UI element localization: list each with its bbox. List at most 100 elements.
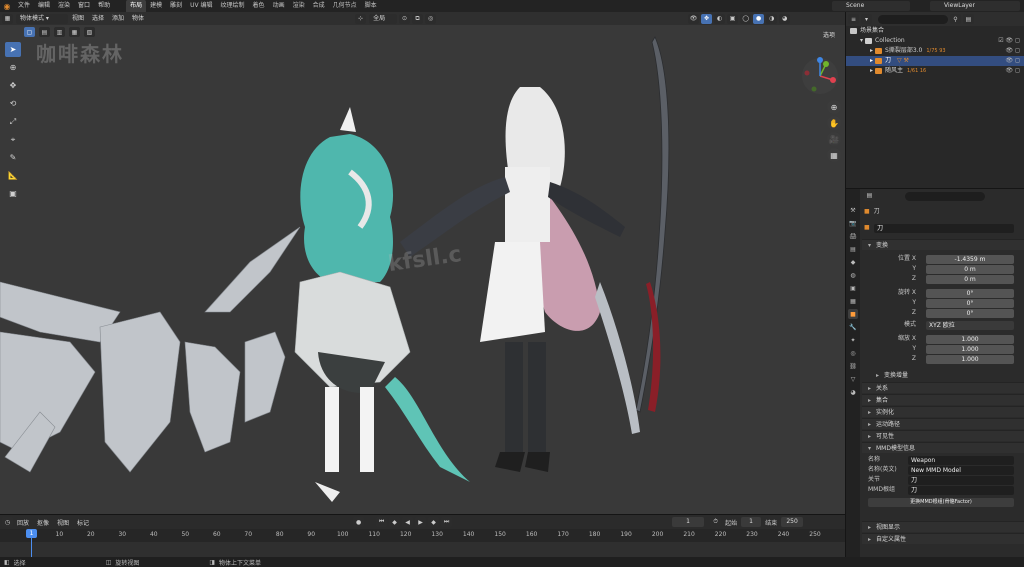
filter-icon[interactable]: ⚲ <box>950 14 961 24</box>
navigation-gizmo[interactable] <box>800 56 840 96</box>
material-tab-icon[interactable]: ◕ <box>848 387 858 397</box>
menu-object[interactable]: 物体 <box>128 12 148 25</box>
menu-timeline-view[interactable]: 视图 <box>53 518 73 527</box>
shading-wireframe-icon[interactable]: ◯ <box>740 13 752 24</box>
add-cube-tool-icon[interactable]: ▣ <box>5 186 21 201</box>
outliner-row-scene-collection[interactable]: 场景集合 <box>846 26 1024 36</box>
select-extend-icon[interactable]: ▤ <box>39 27 50 37</box>
preview-range-icon[interactable]: ⏱ <box>710 517 722 527</box>
expand-arrow-icon[interactable]: ▸ <box>870 56 873 66</box>
perspective-grid-icon[interactable]: ▦ <box>827 148 841 162</box>
frame-end-field[interactable]: 250 <box>781 517 804 527</box>
annotate-tool-icon[interactable]: ✎ <box>5 150 21 165</box>
tab-scripting[interactable]: 脚本 <box>361 0 381 12</box>
frame-start-field[interactable]: 1 <box>741 517 762 527</box>
transform-orientation-selector[interactable]: 全局 <box>369 13 398 24</box>
overlay-icon[interactable]: ◐ <box>714 13 726 24</box>
new-collection-icon[interactable]: ▤ <box>963 14 974 24</box>
rotate-tool-icon[interactable]: ⟲ <box>5 96 21 111</box>
object-tab-icon[interactable]: ■ <box>848 309 858 319</box>
scene-tab-icon[interactable]: ◆ <box>848 257 858 267</box>
modifier-tab-icon[interactable]: 🔧 <box>848 322 858 332</box>
visibility-toggle-icon[interactable]: 👁 ◻ <box>1005 46 1020 56</box>
outliner-row-object[interactable]: ▸ S撕裂层部3.0 1/75 93 👁 ◻ <box>846 46 1024 56</box>
outliner-row-object-selected[interactable]: ▸ 刀 ▽ ⚒ 👁 ◻ <box>846 56 1024 66</box>
visibility-icon[interactable]: 👁 <box>688 13 700 24</box>
jump-end-icon[interactable]: ⏭ <box>441 517 453 527</box>
move-tool-icon[interactable]: ✥ <box>5 78 21 93</box>
custom-properties-panel-header[interactable]: ▸ 自定义属性 <box>862 533 1024 544</box>
blender-logo-icon[interactable]: ◉ <box>0 2 14 11</box>
outliner-editor-icon[interactable]: ≡ <box>848 14 859 24</box>
outliner-search-input[interactable] <box>878 14 948 24</box>
menu-playback[interactable]: 回放 <box>13 518 33 527</box>
pivot-icon[interactable]: ⊙ <box>399 13 411 24</box>
menu-help[interactable]: 帮助 <box>94 0 114 12</box>
texture-tab-icon[interactable]: ▦ <box>848 296 858 306</box>
select-box-icon[interactable]: ▢ <box>24 27 35 37</box>
select-subtract-icon[interactable]: ▥ <box>54 27 65 37</box>
constraints-tab-icon[interactable]: ⛓ <box>848 361 858 371</box>
motion-paths-panel-header[interactable]: ▸ 运动路径 <box>862 418 1024 429</box>
snap-icon[interactable]: ⧉ <box>412 13 424 24</box>
view-layer-tab-icon[interactable]: ▤ <box>848 244 858 254</box>
orientation-icon[interactable]: ⊹ <box>355 13 367 24</box>
collection-tab-icon[interactable]: ▣ <box>848 283 858 293</box>
location-y-field[interactable]: 0 m <box>926 264 1014 274</box>
menu-add[interactable]: 添加 <box>108 12 128 25</box>
menu-edit[interactable]: 编辑 <box>34 0 54 12</box>
3d-viewport[interactable]: ▦ 物体模式 ▾ 视图 选择 添加 物体 ⊹ 全局 ⊙ ⧉ ◎ 👁 ✥ ◐ ▣ … <box>0 12 845 514</box>
view-layer-selector[interactable]: ViewLayer <box>930 1 1020 11</box>
menu-select[interactable]: 选择 <box>88 12 108 25</box>
transform-tool-icon[interactable]: ⌖ <box>5 132 21 147</box>
mmd-name-en-field[interactable]: New MMD Model <box>908 465 1014 475</box>
collections-panel-header[interactable]: ▸ 集合 <box>862 394 1024 405</box>
tab-rendering[interactable]: 渲染 <box>289 0 309 12</box>
measure-tool-icon[interactable]: 📐 <box>5 168 21 183</box>
expand-arrow-icon[interactable]: ▾ <box>860 36 863 46</box>
menu-keying[interactable]: 抠像 <box>33 518 53 527</box>
display-mode-icon[interactable]: ▾ <box>861 14 872 24</box>
select-intersect-icon[interactable]: ▧ <box>84 27 95 37</box>
tab-uv-editing[interactable]: UV 编辑 <box>186 0 216 12</box>
object-name-field[interactable]: 刀 <box>874 223 1014 233</box>
render-tab-icon[interactable]: 📷 <box>848 218 858 228</box>
menu-render[interactable]: 渲染 <box>54 0 74 12</box>
visibility-toggle-icon[interactable]: 👁 ◻ <box>1005 56 1020 66</box>
world-tab-icon[interactable]: ◍ <box>848 270 858 280</box>
record-icon[interactable]: ● <box>353 517 365 527</box>
location-x-field[interactable]: -1.4359 m <box>926 254 1014 264</box>
jump-keyframe-forward-icon[interactable]: ◆ <box>428 517 440 527</box>
tab-compositing[interactable]: 合成 <box>309 0 329 12</box>
visibility-panel-header[interactable]: ▸ 可见性 <box>862 430 1024 441</box>
gizmo-icon[interactable]: ✥ <box>701 13 713 24</box>
relations-panel-header[interactable]: ▸ 关系 <box>862 382 1024 393</box>
scale-tool-icon[interactable]: ⤢ <box>5 114 21 129</box>
zoom-icon[interactable]: ⊕ <box>827 100 841 114</box>
camera-view-icon[interactable]: 🎥 <box>827 132 841 146</box>
tab-modeling[interactable]: 建模 <box>146 0 166 12</box>
play-icon[interactable]: ▶ <box>415 517 427 527</box>
physics-tab-icon[interactable]: ◎ <box>848 348 858 358</box>
visibility-toggle-icon[interactable]: ☑ 👁 ◻ <box>998 36 1020 46</box>
tab-sculpting[interactable]: 雕刻 <box>166 0 186 12</box>
menu-marker[interactable]: 标记 <box>73 518 93 527</box>
particles-tab-icon[interactable]: ✦ <box>848 335 858 345</box>
jump-start-icon[interactable]: ⏮ <box>376 517 388 527</box>
mmd-joint-field[interactable]: 刀 <box>908 475 1014 485</box>
mmd-model-panel-header[interactable]: ▾ MMD模型信息 <box>862 442 1024 453</box>
visibility-toggle-icon[interactable]: 👁 ◻ <box>1005 66 1020 76</box>
jump-keyframe-back-icon[interactable]: ◆ <box>389 517 401 527</box>
rotation-y-field[interactable]: 0° <box>926 298 1014 308</box>
mode-selector[interactable]: 物体模式 ▾ <box>16 13 68 24</box>
tab-shading[interactable]: 着色 <box>249 0 269 12</box>
shading-solid-icon[interactable]: ● <box>753 13 765 24</box>
tab-texture-paint[interactable]: 纹理绘制 <box>217 0 249 12</box>
rotation-mode-dropdown[interactable]: XYZ 欧拉 <box>926 320 1014 330</box>
scale-y-field[interactable]: 1.000 <box>926 344 1014 354</box>
select-tool-icon[interactable]: ➤ <box>5 42 21 57</box>
mmd-name-field[interactable]: Weapon <box>908 455 1014 465</box>
properties-search-input[interactable] <box>905 191 985 201</box>
rotation-z-field[interactable]: 0° <box>926 308 1014 318</box>
menu-view[interactable]: 视图 <box>68 12 88 25</box>
